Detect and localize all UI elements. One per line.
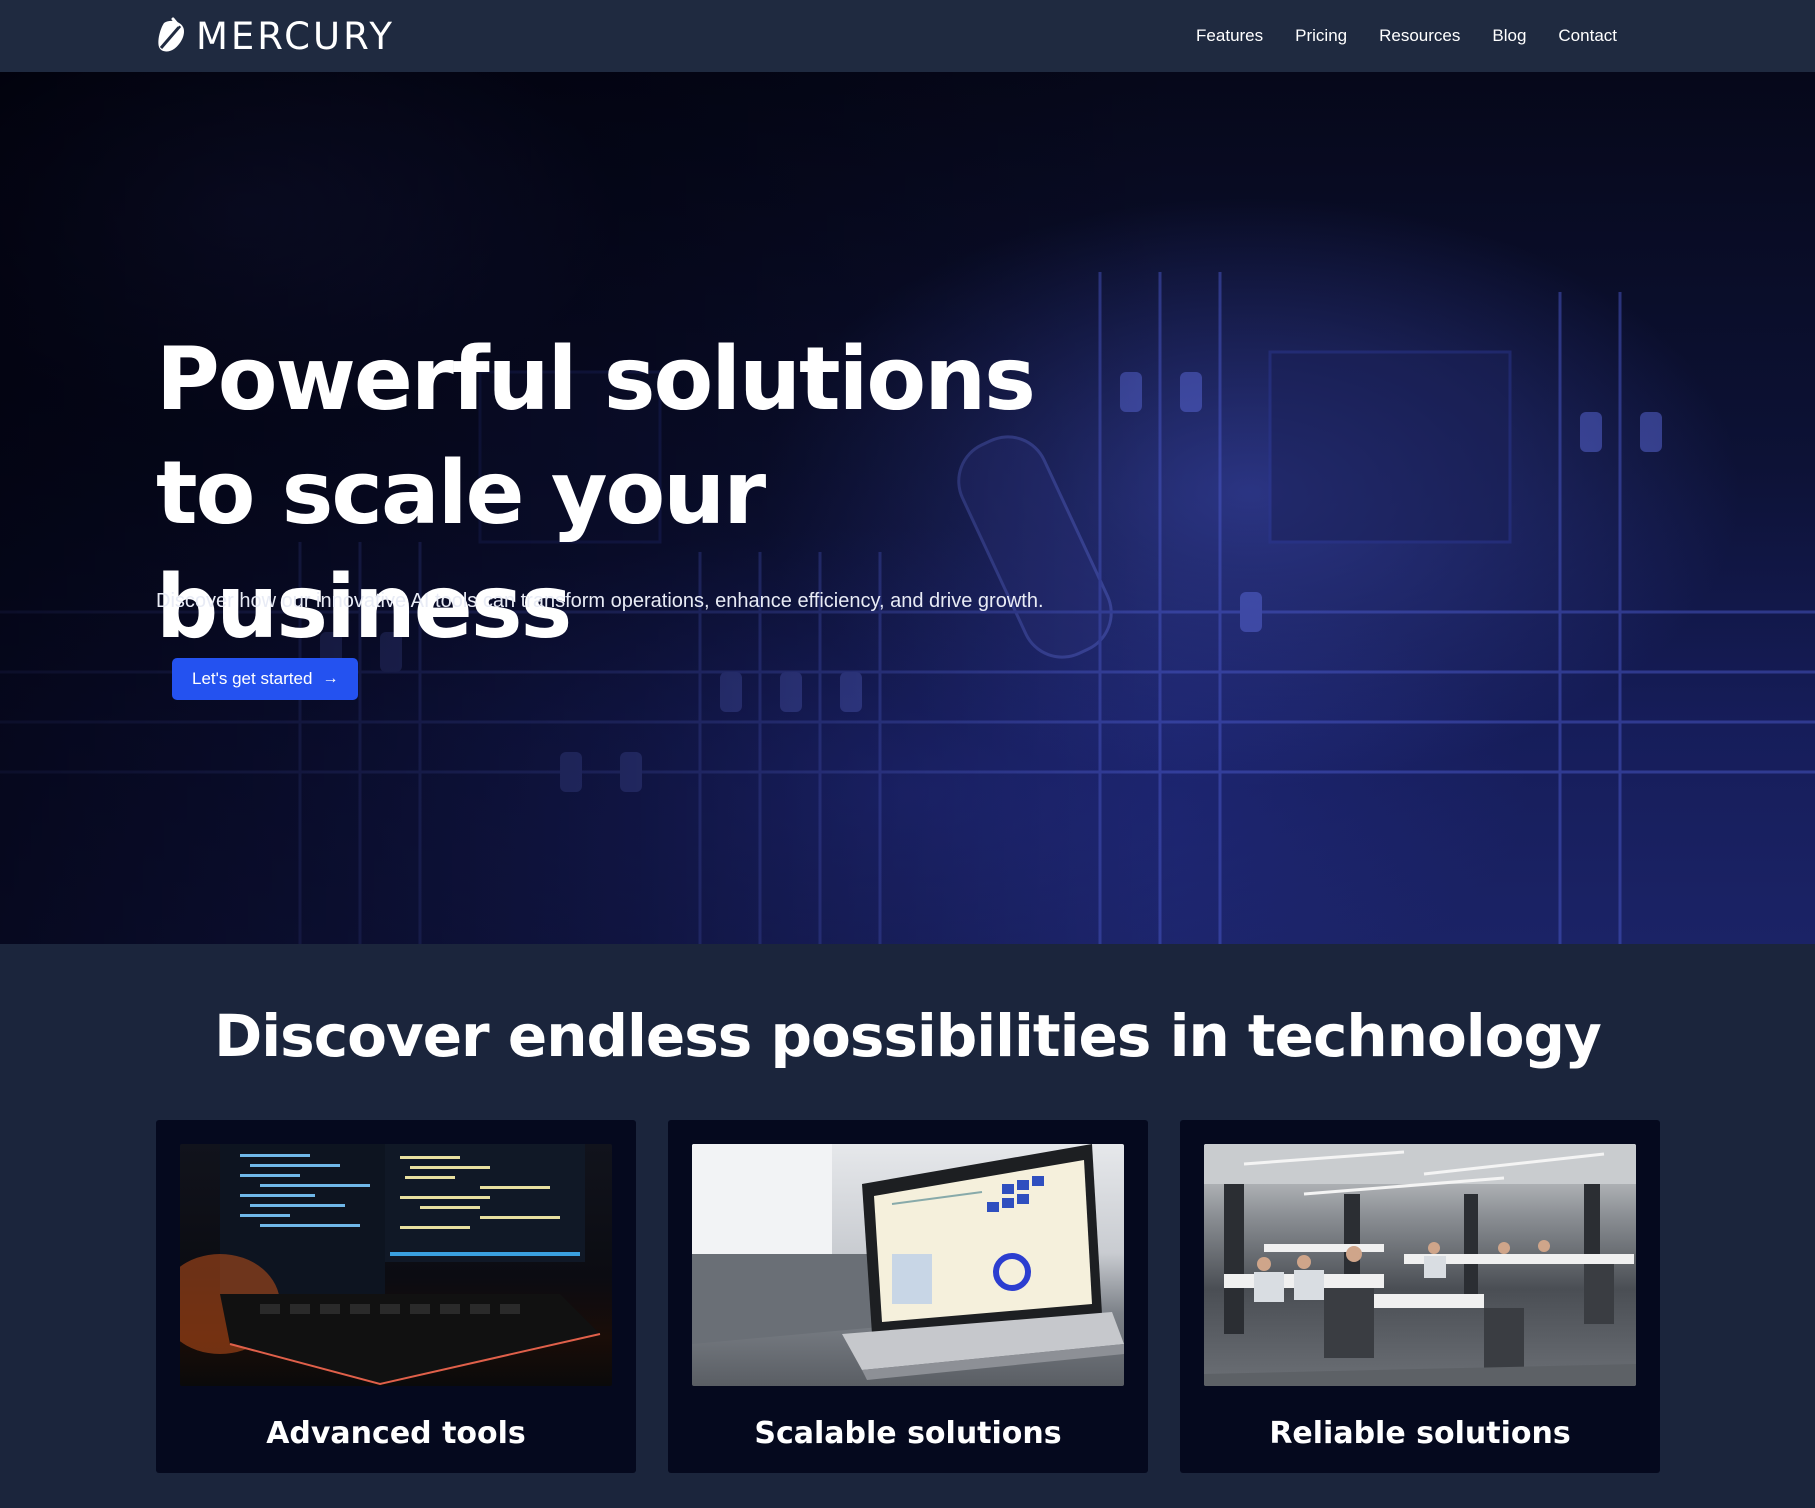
- brand-logo[interactable]: MERCURY: [156, 14, 396, 58]
- nav-link-resources[interactable]: Resources: [1379, 26, 1460, 46]
- feature-card-title: Advanced tools: [266, 1416, 526, 1451]
- feature-card-title: Reliable solutions: [1269, 1416, 1571, 1451]
- features-section: Discover endless possibilities in techno…: [0, 944, 1815, 1508]
- mercury-logo-icon: [158, 17, 184, 52]
- feature-card-title: Scalable solutions: [754, 1416, 1062, 1451]
- get-started-button[interactable]: Let's get started →: [172, 658, 359, 700]
- features-heading: Discover endless possibilities in techno…: [214, 1002, 1602, 1070]
- code-monitors-keyboard-image: [180, 1144, 612, 1386]
- nav-link-contact[interactable]: Contact: [1558, 26, 1617, 46]
- nav-link-blog[interactable]: Blog: [1492, 26, 1526, 46]
- top-navbar: MERCURY Features Pricing Resources Blog …: [0, 0, 1815, 72]
- get-started-label: Let's get started: [192, 669, 313, 688]
- arrow-right-icon: →: [322, 670, 339, 687]
- feature-card-advanced-tools[interactable]: Advanced tools: [156, 1120, 636, 1473]
- open-office-workers-image: [1204, 1144, 1636, 1386]
- feature-card-reliable-solutions[interactable]: Reliable solutions: [1180, 1120, 1660, 1473]
- feature-card-scalable-solutions[interactable]: Scalable solutions: [668, 1120, 1148, 1473]
- nav-link-pricing[interactable]: Pricing: [1295, 26, 1347, 46]
- nav-link-features[interactable]: Features: [1196, 26, 1263, 46]
- main-nav: Features Pricing Resources Blog Contact: [1196, 0, 1617, 72]
- hero-subtitle: Discover how our innovative AI tools can…: [156, 590, 1044, 612]
- brand-name: MERCURY: [196, 14, 396, 58]
- laptop-dashboard-image: [692, 1144, 1124, 1386]
- hero-section: Powerful solutions to scale your busines…: [0, 72, 1815, 944]
